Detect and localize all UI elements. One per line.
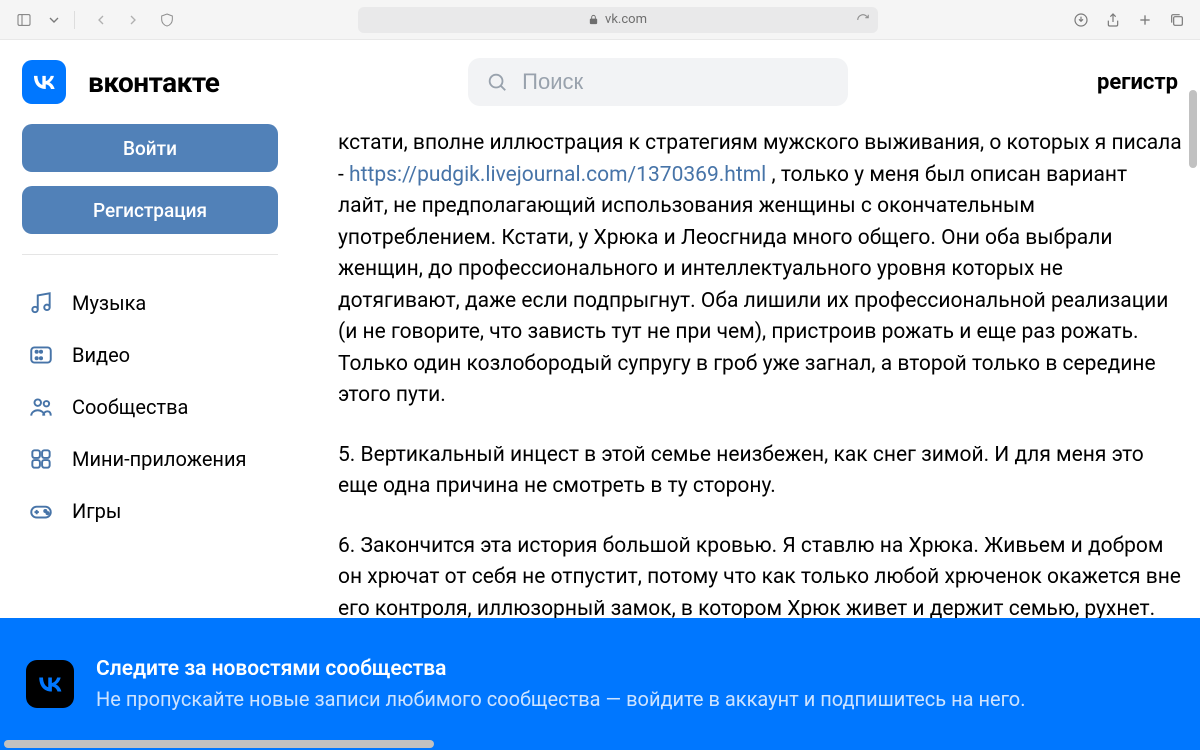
- sidebar-item-music[interactable]: Музыка: [22, 277, 278, 329]
- apps-icon: [28, 446, 54, 472]
- sidebar-item-video[interactable]: Видео: [22, 329, 278, 381]
- share-icon[interactable]: [1104, 11, 1122, 29]
- sidebar-item-apps[interactable]: Мини-приложения: [22, 433, 278, 485]
- text: , только у меня был описан вариант лайт,…: [338, 163, 1168, 408]
- article-paragraph: кстати, вполне иллюстрация к стратегиям …: [338, 128, 1182, 412]
- tabs-icon[interactable]: [1168, 11, 1186, 29]
- sidebar-item-label: Мини-приложения: [72, 447, 246, 471]
- sidebar-item-games[interactable]: Игры: [22, 485, 278, 537]
- sidebar-item-label: Музыка: [72, 291, 146, 315]
- reload-icon[interactable]: [856, 13, 870, 27]
- browser-toolbar: vk.com: [0, 0, 1200, 40]
- sidebar-item-label: Сообщества: [72, 395, 188, 419]
- banner-subtitle: Не пропускайте новые записи любимого соо…: [96, 687, 1025, 711]
- sidebar-item-label: Видео: [72, 343, 130, 367]
- register-link[interactable]: регистр: [1097, 70, 1178, 95]
- new-tab-icon[interactable]: [1136, 11, 1154, 29]
- login-button[interactable]: Войти: [22, 124, 278, 172]
- lock-icon: [588, 14, 599, 25]
- banner-title: Следите за новостями сообщества: [96, 657, 1025, 681]
- search-box[interactable]: [468, 58, 848, 106]
- follow-banner[interactable]: Следите за новостями сообщества Не пропу…: [0, 618, 1200, 750]
- vk-app-icon: [26, 660, 74, 708]
- search-icon: [486, 71, 508, 93]
- divider: [74, 11, 75, 29]
- article-paragraph: 5. Вертикальный инцест в этой семье неиз…: [338, 440, 1182, 503]
- search-input[interactable]: [522, 69, 830, 95]
- brand-text[interactable]: вконтакте: [88, 66, 219, 99]
- video-icon: [28, 342, 54, 368]
- register-button[interactable]: Регистрация: [22, 186, 278, 234]
- communities-icon: [28, 394, 54, 420]
- chevron-down-icon[interactable]: [44, 10, 64, 30]
- shield-icon[interactable]: [157, 10, 177, 30]
- games-icon: [28, 498, 54, 524]
- sidebar-item-label: Игры: [72, 499, 121, 523]
- header: вконтакте регистр: [0, 40, 1200, 124]
- address-bar[interactable]: vk.com: [358, 7, 878, 33]
- vk-logo[interactable]: [22, 60, 66, 104]
- horizontal-scrollbar[interactable]: [4, 740, 434, 748]
- back-button[interactable]: [91, 10, 111, 30]
- vertical-scrollbar[interactable]: [1189, 90, 1197, 168]
- sidebar-toggle-icon[interactable]: [14, 10, 34, 30]
- external-link[interactable]: https://pudgik.livejournal.com/1370369.h…: [349, 163, 766, 187]
- forward-button[interactable]: [123, 10, 143, 30]
- divider: [22, 254, 278, 255]
- music-icon: [28, 290, 54, 316]
- url-text: vk.com: [605, 12, 647, 27]
- sidebar-item-communities[interactable]: Сообщества: [22, 381, 278, 433]
- downloads-icon[interactable]: [1072, 11, 1090, 29]
